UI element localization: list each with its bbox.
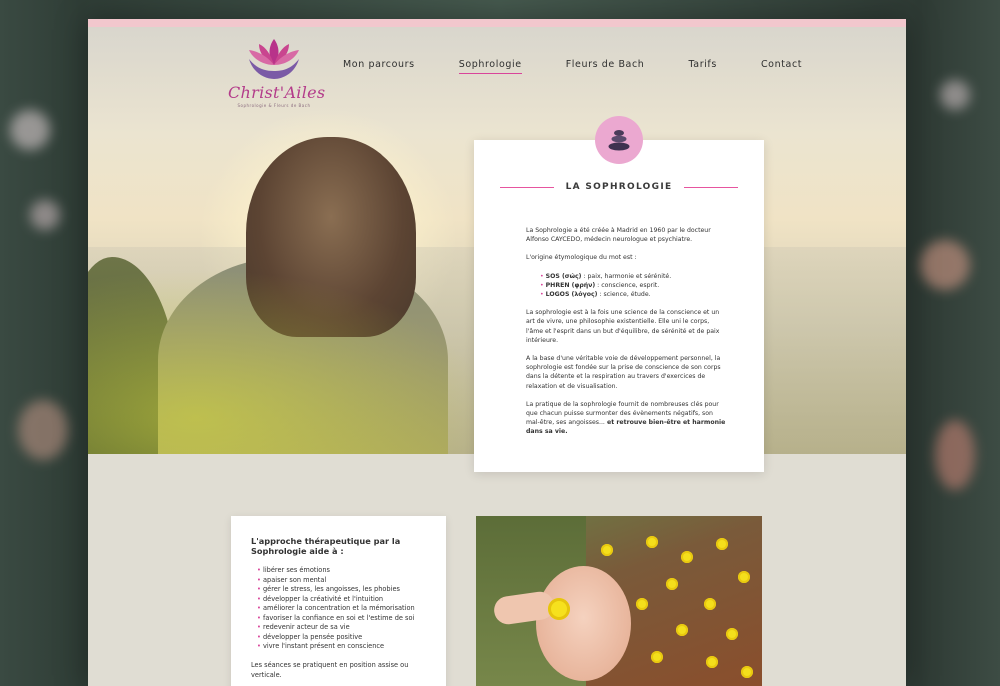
- paragraph-development: A la base d'une véritable voie de dévelo…: [526, 355, 721, 390]
- nav-sophrologie[interactable]: Sophrologie: [458, 59, 522, 74]
- stacked-stones-icon: [608, 130, 630, 151]
- yellow-flower-icon: [666, 578, 678, 590]
- list-item: redevenir acteur de sa vie: [257, 623, 415, 633]
- etymology-list: SOS (σώς) : paix, harmonie et sérénité. …: [526, 272, 726, 300]
- yellow-flower-icon: [601, 544, 613, 556]
- nav-contact[interactable]: Contact: [761, 59, 802, 74]
- background-flower: [18, 400, 68, 460]
- yellow-flower-icon: [681, 551, 693, 563]
- approach-list: libérer ses émotions apaiser son mental …: [257, 566, 415, 652]
- card-title: LA SOPHROLOGIE: [565, 182, 673, 192]
- list-item: LOGOS (λόγος) : science, étude.: [540, 290, 726, 299]
- paragraph-etymology-intro: L'origine étymologique du mot est :: [526, 254, 637, 262]
- yellow-flower-icon: [738, 571, 750, 583]
- background-flower: [935, 420, 975, 490]
- stacked-stones-badge: [595, 116, 643, 164]
- list-item: favoriser la confiance en soi et l'estim…: [257, 614, 415, 624]
- list-item: vivre l'instant présent en conscience: [257, 642, 415, 652]
- paragraph-practice: La pratique de la sophrologie fournit de…: [526, 400, 726, 436]
- website-page: Christ'Ailes Sophrologie & Fleurs de Bac…: [88, 19, 906, 686]
- card-content: La Sophrologie a été créée à Madrid en 1…: [526, 226, 726, 446]
- background-flower: [30, 200, 60, 230]
- nav-fleurs-de-bach[interactable]: Fleurs de Bach: [566, 59, 645, 74]
- list-item: PHREN (φρήν) : conscience, esprit.: [540, 281, 726, 290]
- yellow-flower-icon: [548, 598, 570, 620]
- brand-tagline: Sophrologie & Fleurs de Bach: [237, 103, 311, 108]
- card-title-row: LA SOPHROLOGIE: [500, 182, 739, 192]
- top-accent-bar: [88, 19, 906, 27]
- yellow-flower-icon: [704, 598, 716, 610]
- background-flower: [920, 240, 970, 290]
- approach-footer: Les séances se pratiquent en position as…: [251, 661, 409, 679]
- yellow-flower-icon: [716, 538, 728, 550]
- list-item: gérer le stress, les angoisses, les phob…: [257, 585, 415, 595]
- yellow-flower-icon: [706, 656, 718, 668]
- brand-name: Christ'Ailes: [228, 83, 326, 102]
- yellow-flower-icon: [636, 598, 648, 610]
- list-item: apaiser son mental: [257, 576, 415, 586]
- list-item: développer la créativité et l'intuition: [257, 595, 415, 605]
- list-item: libérer ses émotions: [257, 566, 415, 576]
- sophrologie-card: LA SOPHROLOGIE La Sophrologie a été créé…: [474, 116, 764, 472]
- list-item: SOS (σώς) : paix, harmonie et sérénité.: [540, 272, 726, 281]
- photo-face: [536, 566, 631, 681]
- approach-title: L'approche thérapeutique par la Sophrolo…: [251, 536, 401, 556]
- yellow-flower-icon: [741, 666, 753, 678]
- yellow-flower-icon: [676, 624, 688, 636]
- hero-glow: [88, 257, 518, 454]
- yellow-flower-icon: [646, 536, 658, 548]
- girl-flowers-photo: [476, 516, 762, 686]
- main-navigation: Mon parcours Sophrologie Fleurs de Bach …: [343, 59, 846, 74]
- title-line-right: [684, 186, 739, 188]
- nav-mon-parcours[interactable]: Mon parcours: [343, 59, 415, 74]
- paragraph-history: La Sophrologie a été créée à Madrid en 1…: [526, 227, 711, 244]
- paragraph-definition: La sophrologie est à la fois une science…: [526, 309, 720, 344]
- yellow-flower-icon: [726, 628, 738, 640]
- list-item: développer la pensée positive: [257, 633, 415, 643]
- background-flower: [10, 110, 50, 150]
- nav-tarifs[interactable]: Tarifs: [688, 59, 717, 74]
- background-flower: [940, 80, 970, 110]
- yellow-flower-icon: [651, 651, 663, 663]
- title-line-left: [500, 186, 554, 188]
- list-item: améliorer la concentration et la mémoris…: [257, 604, 415, 614]
- lotus-icon: [249, 39, 299, 79]
- approach-card: L'approche thérapeutique par la Sophrolo…: [231, 516, 446, 686]
- site-logo[interactable]: Christ'Ailes Sophrologie & Fleurs de Bac…: [228, 35, 326, 121]
